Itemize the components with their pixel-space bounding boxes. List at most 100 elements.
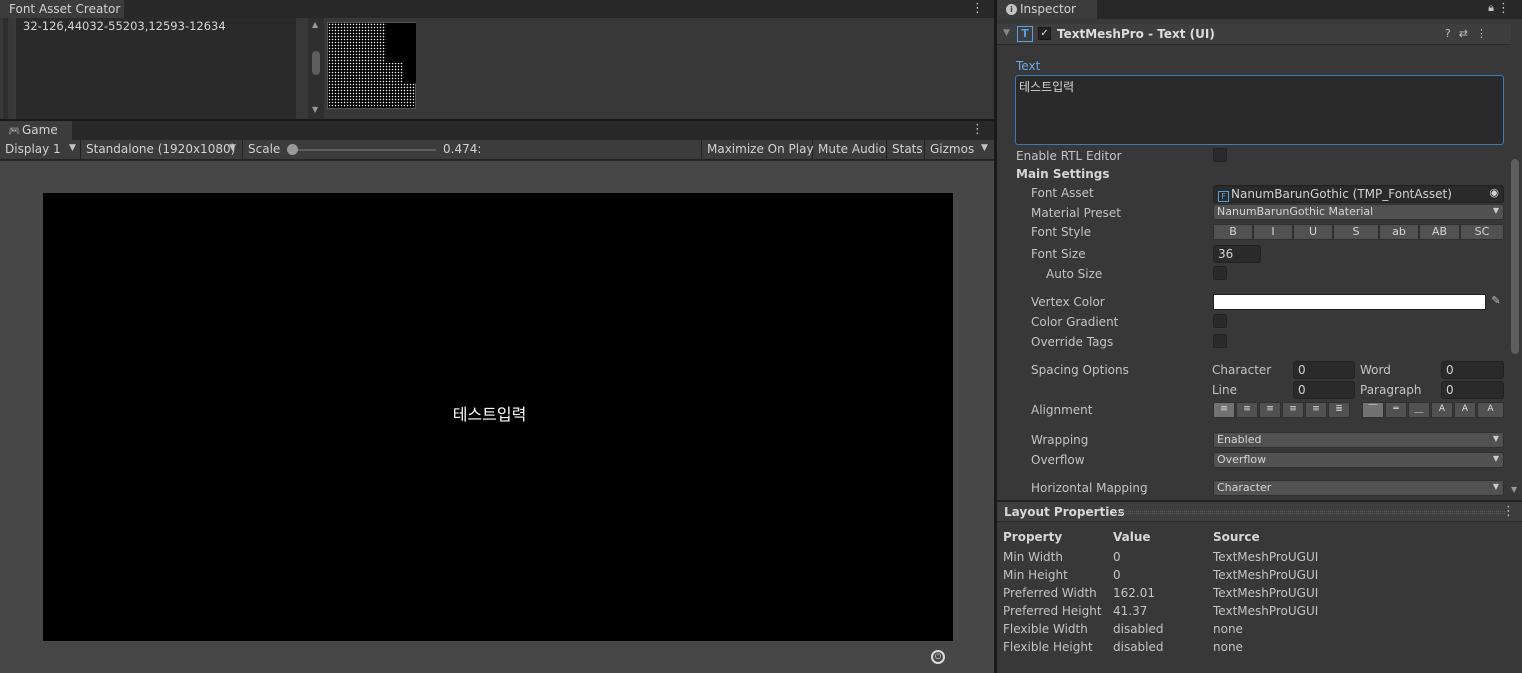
tab-game-label: Game bbox=[22, 123, 58, 137]
character-ranges-field[interactable]: 32-126,44032-55203,12593-12634 bbox=[13, 18, 296, 119]
scroll-up-icon[interactable]: ▲ bbox=[312, 20, 318, 29]
overflow-label: Overflow bbox=[1031, 453, 1085, 467]
component-header[interactable]: ▼ T ✓ TextMeshPro - Text (UI) ?⇄⋮ bbox=[997, 24, 1511, 45]
font-style-underline-button[interactable]: U bbox=[1293, 224, 1333, 240]
inspector-scrollbar[interactable]: ▼ bbox=[1508, 145, 1522, 497]
component-title: TextMeshPro - Text (UI) bbox=[1057, 27, 1215, 41]
character-ranges-text: 32-126,44032-55203,12593-12634 bbox=[23, 19, 226, 33]
gizmos-button[interactable]: Gizmos ▼ bbox=[925, 140, 994, 160]
property-value: 0 bbox=[1113, 550, 1121, 564]
align-center-icon[interactable]: ≡ bbox=[1236, 402, 1258, 418]
align-justified-icon[interactable]: ≡ bbox=[1282, 402, 1304, 418]
property-name: Min Width bbox=[1003, 550, 1063, 564]
inspector-scroll-thumb[interactable] bbox=[1511, 159, 1519, 354]
horizontal-mapping-label: Horizontal Mapping bbox=[1031, 481, 1148, 495]
context-menu-icon[interactable]: ⋮ bbox=[1476, 27, 1495, 40]
display-dropdown[interactable]: Display 1 ▼ bbox=[0, 140, 81, 160]
eyedropper-icon[interactable]: ✎ bbox=[1488, 294, 1504, 310]
font-style-bold-button[interactable]: B bbox=[1213, 224, 1253, 240]
power-icon[interactable]: ⏻ bbox=[931, 650, 945, 664]
align-right-icon[interactable]: ≡ bbox=[1259, 402, 1281, 418]
wrapping-dropdown[interactable]: Enabled ▼ bbox=[1213, 432, 1504, 448]
scroll-thumb[interactable] bbox=[312, 51, 320, 75]
inspector-tabbar: i Inspector 🔒︎ ⋮ bbox=[997, 0, 1522, 19]
tab-inspector[interactable]: i Inspector bbox=[997, 0, 1097, 19]
table-row: Flexible Height disabled none bbox=[1003, 640, 1513, 658]
resolution-dropdown[interactable]: Standalone (1920x1080) ▼ bbox=[81, 140, 243, 160]
horizontal-mapping-dropdown[interactable]: Character ▼ bbox=[1213, 480, 1504, 496]
stats-button[interactable]: Stats bbox=[887, 140, 925, 160]
font-size-label: Font Size bbox=[1031, 247, 1086, 261]
game-screen: 테스트입력 bbox=[43, 193, 953, 641]
word-spacing-field[interactable]: 0 bbox=[1441, 361, 1504, 379]
chevron-down-icon: ▼ bbox=[1492, 482, 1499, 491]
align-left-icon[interactable]: ≡ bbox=[1213, 402, 1235, 418]
scale-slider-track[interactable] bbox=[292, 149, 436, 151]
align-baseline-icon[interactable]: A bbox=[1431, 402, 1453, 418]
help-icon[interactable]: ? bbox=[1445, 27, 1459, 40]
font-asset-field[interactable]: F NanumBarunGothic (TMP_FontAsset) ◉ bbox=[1213, 185, 1504, 203]
spacing-options-label: Spacing Options bbox=[1031, 363, 1129, 377]
component-enabled-checkbox[interactable]: ✓ bbox=[1038, 27, 1051, 40]
vertex-color-swatch[interactable] bbox=[1213, 294, 1486, 310]
paragraph-spacing-field[interactable]: 0 bbox=[1441, 381, 1504, 399]
panel-menu-icon[interactable]: ⋮ bbox=[1502, 504, 1515, 519]
scroll-down-icon[interactable]: ▼ bbox=[1511, 485, 1517, 494]
maximize-on-play-button[interactable]: Maximize On Play bbox=[701, 140, 814, 160]
wrapping-value: Enabled bbox=[1217, 433, 1262, 446]
drag-handle[interactable] bbox=[1113, 511, 1505, 514]
vertex-color-label: Vertex Color bbox=[1031, 295, 1105, 309]
panel-menu-icon[interactable]: ⋮ bbox=[1497, 1, 1510, 16]
foldout-icon[interactable]: ▼ bbox=[1003, 28, 1010, 38]
align-top-icon[interactable]: ⎺ bbox=[1362, 402, 1384, 418]
line-spacing-field[interactable]: 0 bbox=[1293, 381, 1355, 399]
enable-rtl-label: Enable RTL Editor bbox=[1016, 149, 1122, 163]
material-preset-dropdown[interactable]: NanumBarunGothic Material ▼ bbox=[1213, 204, 1504, 220]
tab-game[interactable]: 🎮 Game bbox=[0, 121, 72, 140]
font-style-smallcaps-button[interactable]: SC bbox=[1460, 224, 1504, 240]
align-bottom-icon[interactable]: ⎽ bbox=[1408, 402, 1430, 418]
layout-properties-header[interactable]: Layout Properties ⋮ bbox=[997, 502, 1522, 522]
game-viewport[interactable]: 테스트입력 ⏻ bbox=[0, 161, 994, 673]
scale-slider-knob[interactable] bbox=[287, 144, 298, 155]
chevron-down-icon: ▼ bbox=[1492, 454, 1499, 463]
panel-menu-icon[interactable]: ⋮ bbox=[971, 122, 984, 137]
align-geometry-center-icon[interactable]: ≣ bbox=[1328, 402, 1350, 418]
font-style-italic-button[interactable]: I bbox=[1253, 224, 1293, 240]
text-label: Text bbox=[1016, 59, 1041, 73]
character-spacing-field[interactable]: 0 bbox=[1293, 361, 1355, 379]
presets-icon[interactable]: ⇄ bbox=[1459, 27, 1476, 40]
vertical-scrollbar[interactable]: ▲ ▼ bbox=[308, 18, 324, 119]
gizmos-label: Gizmos bbox=[930, 142, 975, 156]
align-midline-icon[interactable]: A bbox=[1454, 402, 1476, 418]
mute-audio-button[interactable]: Mute Audio bbox=[813, 140, 887, 160]
align-middle-icon[interactable]: ═ bbox=[1385, 402, 1407, 418]
property-source: none bbox=[1213, 640, 1243, 654]
color-gradient-checkbox[interactable] bbox=[1213, 314, 1227, 328]
align-capline-icon[interactable]: A bbox=[1477, 402, 1504, 418]
property-value: disabled bbox=[1113, 640, 1164, 654]
scroll-down-icon[interactable]: ▼ bbox=[312, 105, 318, 114]
font-size-field[interactable]: 36 bbox=[1213, 245, 1261, 263]
lock-icon[interactable]: 🔒︎ bbox=[1488, 1, 1494, 15]
character-spacing-label: Character bbox=[1212, 363, 1272, 377]
display-label: Display 1 bbox=[5, 142, 61, 156]
overflow-dropdown[interactable]: Overflow ▼ bbox=[1213, 452, 1504, 468]
override-tags-checkbox[interactable] bbox=[1213, 334, 1227, 348]
material-preset-value: NanumBarunGothic Material bbox=[1217, 205, 1374, 218]
panel-menu-icon[interactable]: ⋮ bbox=[971, 1, 984, 16]
property-source: TextMeshProUGUI bbox=[1213, 568, 1319, 582]
object-picker-icon[interactable]: ◉ bbox=[1489, 186, 1499, 199]
tab-font-asset-creator[interactable]: Font Asset Creator bbox=[0, 0, 124, 18]
font-asset-creator-panel: Font Asset Creator ⋮ 32-126,44032-55203,… bbox=[0, 0, 994, 119]
font-style-strikethrough-button[interactable]: S bbox=[1333, 224, 1379, 240]
font-style-uppercase-button[interactable]: AB bbox=[1419, 224, 1460, 240]
align-flush-icon[interactable]: ≡ bbox=[1305, 402, 1327, 418]
table-row: Min Height 0 TextMeshProUGUI bbox=[1003, 568, 1513, 586]
property-value: 0 bbox=[1113, 568, 1121, 582]
text-input[interactable]: 테스트입력 bbox=[1015, 75, 1504, 145]
wrapping-label: Wrapping bbox=[1031, 433, 1089, 447]
auto-size-checkbox[interactable] bbox=[1213, 266, 1227, 280]
font-style-lowercase-button[interactable]: ab bbox=[1379, 224, 1419, 240]
enable-rtl-checkbox[interactable] bbox=[1213, 148, 1227, 162]
